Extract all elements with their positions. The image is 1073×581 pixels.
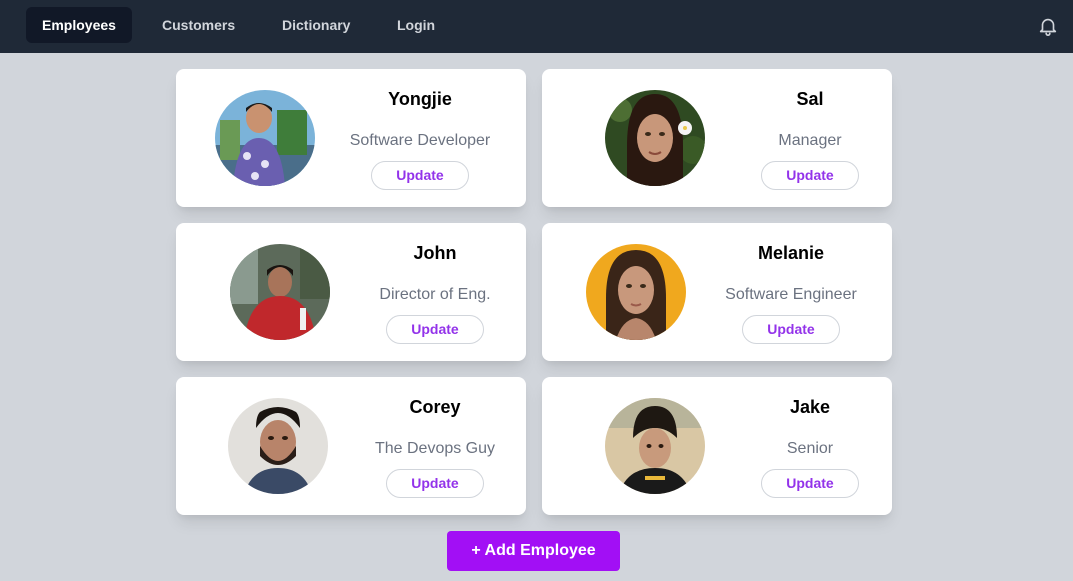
employee-name: Melanie [757,243,825,263]
employee-name: Jake [789,397,831,417]
employee-card: Sal Manager Update [542,69,892,207]
update-button[interactable]: Update [386,315,484,344]
employee-info: Jake Senior Update [732,377,888,515]
update-button[interactable]: Update [742,315,840,344]
avatar [605,90,705,186]
employee-title: Software Engineer [725,286,857,303]
employee-title: Software Developer [349,132,491,149]
employee-title: Senior [786,440,834,457]
employee-name: Yongjie [388,89,452,109]
employee-name: Corey [409,397,461,417]
update-button[interactable]: Update [761,469,859,498]
employee-info: Yongjie Software Developer Update [326,69,514,207]
employee-name: John [413,243,457,263]
add-employee-button[interactable]: + Add Employee [447,531,620,571]
employee-title: The Devops Guy [374,440,496,457]
employee-card: Corey The Devops Guy Update [176,377,526,515]
nav-dictionary[interactable]: Dictionary [266,7,366,43]
avatar [215,90,315,186]
bell-icon[interactable] [1037,14,1059,38]
avatar [605,398,705,494]
employee-info: Melanie Software Engineer Update [702,223,880,361]
avatar [586,244,686,340]
avatar [228,398,328,494]
nav-employees[interactable]: Employees [26,7,132,43]
employee-card: John Director of Eng. Update [176,223,526,361]
update-button[interactable]: Update [761,161,859,190]
update-button[interactable]: Update [371,161,469,190]
employee-card: Jake Senior Update [542,377,892,515]
employee-info: Corey The Devops Guy Update [356,377,514,515]
update-button[interactable]: Update [386,469,484,498]
employee-title: Director of Eng. [379,286,491,303]
nav-customers[interactable]: Customers [146,7,251,43]
nav-login[interactable]: Login [381,7,451,43]
employee-title: Manager [778,132,842,149]
employee-info: John Director of Eng. Update [356,223,514,361]
avatar [230,244,330,340]
employee-info: Sal Manager Update [732,69,888,207]
employee-card: Yongjie Software Developer Update [176,69,526,207]
top-nav: Employees Customers Dictionary Login [0,0,1073,53]
employee-card: Melanie Software Engineer Update [542,223,892,361]
employee-name: Sal [796,89,824,109]
